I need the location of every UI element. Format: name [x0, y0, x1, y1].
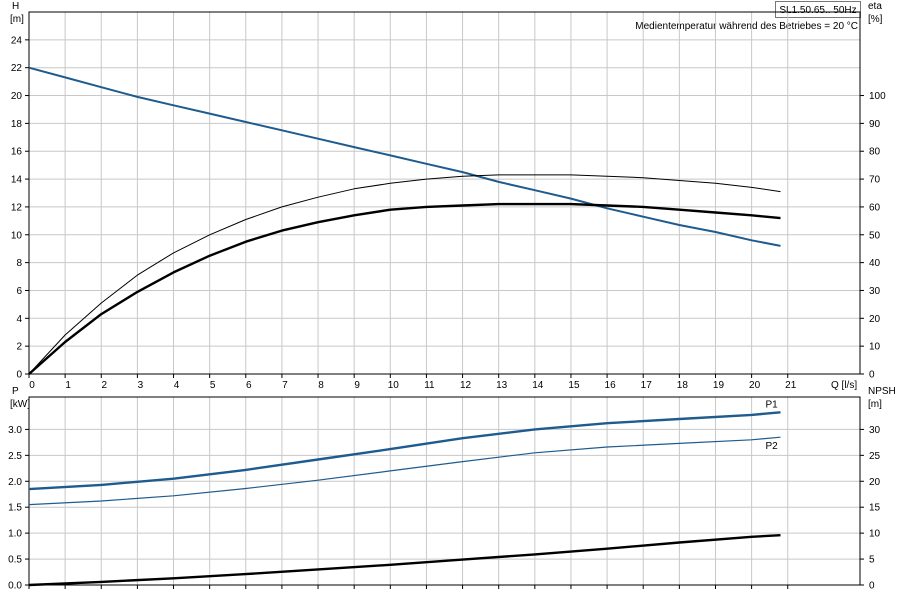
right-tick-label: 25	[869, 451, 881, 462]
x-tick-label: 17	[641, 380, 653, 391]
right-tick-label: 30	[869, 286, 881, 297]
right-tick-label: 30	[869, 425, 881, 436]
right-tick-label: 20	[869, 314, 881, 325]
left-tick-label: 2.5	[8, 451, 22, 462]
x-tick-label: 0	[29, 380, 35, 391]
power-npsh-plot: 0.0 0.5 1.0 1.5 2.0 2.5 3.0 0 5 10 15 20 25 30 P [kW] NP…	[8, 386, 896, 592]
x-tick-label: 18	[677, 380, 689, 391]
right-tick-label: 10	[869, 342, 881, 353]
left-axis-title: P	[12, 386, 19, 397]
x-tick-label: 19	[713, 380, 725, 391]
left-tick-label: 0.5	[8, 555, 22, 566]
left-tick-label: 20	[11, 91, 23, 102]
left-tick-label: 2	[16, 342, 22, 353]
x-tick-label: 4	[174, 380, 180, 391]
left-tick-label: 12	[11, 202, 23, 213]
series-label-p1: P1	[766, 399, 779, 410]
right-tick-label: 40	[869, 258, 881, 269]
left-tick-label: 10	[11, 230, 23, 241]
x-tick-label: 15	[568, 380, 580, 391]
pump-performance-chart: 0246810121416182022240102030405060708090…	[8, 1, 896, 592]
x-axis-title: Q [l/s]	[831, 380, 857, 391]
x-tick-label: 1	[65, 380, 71, 391]
left-tick-label: 1.5	[8, 503, 22, 514]
series-label-p2: P2	[766, 441, 779, 452]
x-tick-label: 5	[210, 380, 216, 391]
x-tick-label: 12	[460, 380, 472, 391]
left-tick-label: 6	[16, 286, 22, 297]
left-axis-unit: [m]	[10, 14, 24, 25]
left-tick-label: 0.0	[8, 581, 22, 592]
curve-p1	[28, 411, 781, 491]
right-tick-label: 90	[869, 119, 881, 130]
right-tick-label: 100	[869, 91, 886, 102]
right-tick-label: 10	[869, 529, 881, 540]
left-axis-title: H	[12, 1, 19, 12]
plot-frame	[28, 396, 861, 586]
x-tick-label: 2	[101, 380, 107, 391]
curve-0-1	[28, 174, 781, 375]
left-tick-label: 14	[11, 175, 23, 186]
left-tick-label: 18	[11, 119, 23, 130]
curve-1-2	[28, 534, 781, 587]
left-tick-label: 24	[11, 35, 23, 46]
right-axis-unit: [%]	[868, 14, 883, 25]
right-tick-label: 15	[869, 503, 881, 514]
x-tick-label: 7	[282, 380, 288, 391]
right-tick-label: 0	[869, 370, 875, 381]
right-tick-label: 50	[869, 230, 881, 241]
left-axis-unit: [kW]	[10, 399, 30, 410]
left-tick-label: 1.0	[8, 529, 22, 540]
left-tick-label: 8	[16, 258, 22, 269]
x-tick-label: 21	[785, 380, 797, 391]
left-tick-label: 3.0	[8, 425, 22, 436]
right-axis-unit: [m]	[868, 399, 882, 410]
curve-0-0	[28, 66, 781, 247]
head-efficiency-plot: 0246810121416182022240102030405060708090…	[10, 1, 886, 391]
right-axis-title: NPSH	[868, 386, 896, 397]
right-tick-label: 20	[869, 477, 881, 488]
x-tick-label: 9	[354, 380, 360, 391]
right-tick-label: 80	[869, 147, 881, 158]
x-tick-label: 13	[496, 380, 508, 391]
right-axis-title: eta	[868, 1, 882, 12]
x-tick-label: 20	[749, 380, 761, 391]
left-tick-label: 0	[16, 370, 22, 381]
plot-frame	[28, 11, 861, 375]
x-tick-label: 6	[246, 380, 252, 391]
x-tick-label: 10	[388, 380, 400, 391]
left-tick-label: 16	[11, 147, 23, 158]
right-tick-label: 70	[869, 175, 881, 186]
x-tick-label: 11	[424, 380, 435, 391]
right-tick-label: 60	[869, 202, 881, 213]
x-tick-label: 8	[318, 380, 324, 391]
curve-0-2	[28, 202, 781, 375]
left-tick-label: 22	[11, 63, 23, 74]
left-tick-label: 4	[16, 314, 22, 325]
right-tick-label: 0	[869, 581, 875, 592]
x-tick-label: 3	[138, 380, 144, 391]
right-tick-label: 5	[869, 555, 875, 566]
x-tick-label: 14	[532, 380, 544, 391]
x-tick-label: 16	[605, 380, 617, 391]
left-tick-label: 2.0	[8, 477, 22, 488]
